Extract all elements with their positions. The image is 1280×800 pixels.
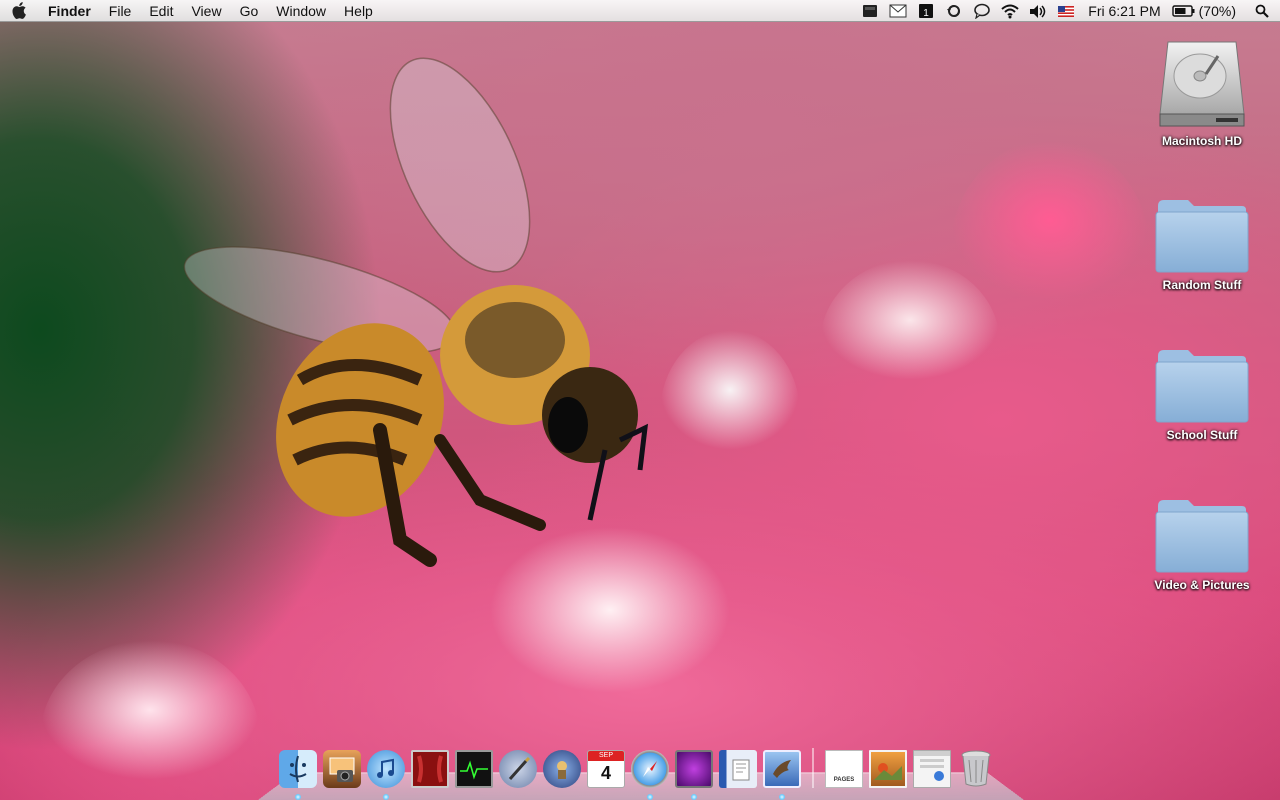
bee-illustration [183,57,649,567]
desktop-icon-label: Random Stuff [1162,278,1242,292]
folder-icon [1155,200,1249,273]
dock-item-photo-booth[interactable] [410,750,450,796]
apple-menu-icon[interactable] [0,0,40,22]
desktop-icon-label: School Stuff [1166,428,1238,442]
dock-item-finder[interactable] [278,750,318,800]
running-indicator [779,794,785,800]
dock-item-ical[interactable]: SEP 4 [586,750,626,796]
volume-icon[interactable] [1024,0,1052,22]
dock-item-iphoto[interactable] [322,750,362,796]
app-menu-finder[interactable]: Finder [40,0,100,22]
activity-monitor-icon [455,750,493,788]
dock-item-pictures-stack[interactable] [868,750,908,796]
menu-clock[interactable]: Fri 6:21 PM [1080,0,1168,22]
desktop-icon-macintosh-hd[interactable]: Macintosh HD [1142,34,1262,148]
dock-separator [812,748,814,788]
pages-label: PAGES [833,777,855,783]
running-indicator [647,794,653,800]
dock: SEP 4 PAGES [278,740,996,800]
input-menu-flag-icon[interactable] [1052,0,1080,22]
dock-item-pages[interactable]: PAGES [824,750,864,796]
hard-drive-icon [1159,41,1245,127]
dock-item-activity-monitor[interactable] [454,750,494,796]
ichat-icon[interactable] [968,0,996,22]
dock-item-dashboard[interactable] [674,750,714,800]
folder-icon [1155,500,1249,573]
menu-edit[interactable]: Edit [140,0,182,22]
svg-text:1: 1 [924,8,930,19]
desktop-wallpaper [0,0,1280,800]
dashboard-icon [675,750,713,788]
dock-item-itunes[interactable] [366,750,406,800]
desktop-icon-label: Video & Pictures [1154,578,1250,592]
pictures-stack-icon [869,750,907,788]
dock-item-instruments[interactable] [542,750,582,796]
trash-icon [957,750,995,788]
ical-icon: SEP 4 [587,750,625,788]
dock-item-safari[interactable] [630,750,670,800]
desktop-icon-label: Macintosh HD [1161,134,1242,148]
dock-item-mail[interactable] [762,750,802,800]
dock-item-trash[interactable] [956,750,996,796]
dock-item-script-editor[interactable] [498,750,538,796]
folder-icon [1155,350,1249,423]
iphoto-icon [323,750,361,788]
photo-booth-icon [411,750,449,788]
menu-file[interactable]: File [100,0,141,22]
menu-bar: Finder File Edit View Go Window Help 1 F… [0,0,1280,22]
dock-item-applications-stack[interactable] [912,750,952,796]
ical-day: 4 [600,763,611,783]
safari-icon [631,750,669,788]
finder-icon [279,750,317,788]
spotlight-icon[interactable] [1244,0,1280,22]
applications-stack-icon [913,750,951,788]
running-indicator [383,794,389,800]
ical-status-icon[interactable]: 1 [912,0,940,22]
mail-icon [763,750,801,788]
growl-icon[interactable] [856,0,884,22]
itunes-icon [367,750,405,788]
battery-percentage: (70%) [1198,3,1236,19]
instruments-icon [543,750,581,788]
mail-status-icon[interactable] [884,0,912,22]
menu-window[interactable]: Window [267,0,335,22]
menu-go[interactable]: Go [231,0,268,22]
menu-help[interactable]: Help [335,0,382,22]
preview-icon [719,750,757,788]
desktop-icon-school-stuff[interactable]: School Stuff [1142,346,1262,442]
ical-month: SEP [588,751,624,761]
time-machine-icon[interactable] [940,0,968,22]
menu-view[interactable]: View [182,0,230,22]
running-indicator [295,794,301,800]
pages-icon: PAGES [825,750,863,788]
dock-item-preview[interactable] [718,750,758,796]
desktop-icon-video-pictures[interactable]: Video & Pictures [1142,496,1262,592]
running-indicator [691,794,697,800]
script-editor-icon [499,750,537,788]
desktop-icon-random-stuff[interactable]: Random Stuff [1142,196,1262,292]
wifi-icon[interactable] [996,0,1024,22]
battery-icon[interactable] [1169,0,1199,22]
